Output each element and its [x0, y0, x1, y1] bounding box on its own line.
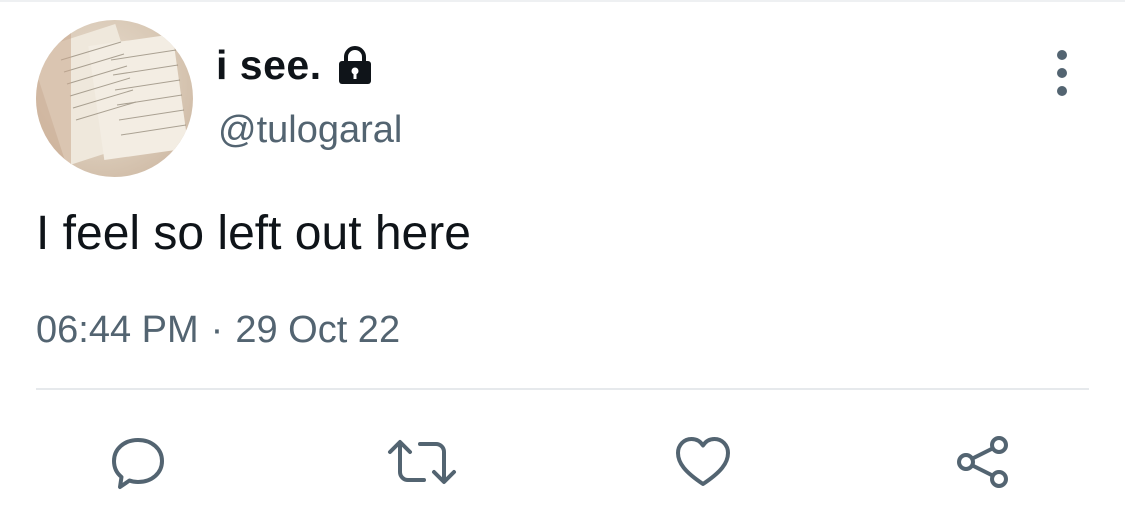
- handle[interactable]: @tulogaral: [218, 106, 402, 154]
- actions-divider: [36, 388, 1089, 390]
- display-name[interactable]: i see.: [216, 38, 322, 92]
- like-button[interactable]: [673, 432, 733, 492]
- retweet-button[interactable]: [384, 432, 460, 492]
- avatar-photo: [36, 20, 189, 177]
- top-divider: [0, 0, 1125, 2]
- tweet-date[interactable]: 29 Oct 22: [235, 309, 400, 351]
- reply-button[interactable]: [108, 432, 168, 492]
- display-name-row: i see.: [216, 38, 374, 92]
- tweet-time[interactable]: 06:44 PM: [36, 309, 199, 351]
- share-icon: [957, 436, 1008, 488]
- tweet-text: I feel so left out here: [36, 207, 471, 260]
- heart-icon: [676, 437, 730, 486]
- share-button[interactable]: [953, 432, 1013, 492]
- meta-separator: ·: [210, 309, 224, 351]
- reply-icon: [112, 438, 164, 489]
- avatar[interactable]: [36, 20, 193, 177]
- more-dot: [1057, 86, 1067, 96]
- tweet-meta: 06:44 PM · 29 Oct 22: [36, 305, 400, 355]
- more-vertical-icon[interactable]: [1044, 50, 1080, 96]
- more-dot: [1057, 68, 1067, 78]
- more-dot: [1057, 50, 1067, 60]
- lock-icon: [336, 45, 374, 85]
- retweet-icon: [388, 440, 456, 484]
